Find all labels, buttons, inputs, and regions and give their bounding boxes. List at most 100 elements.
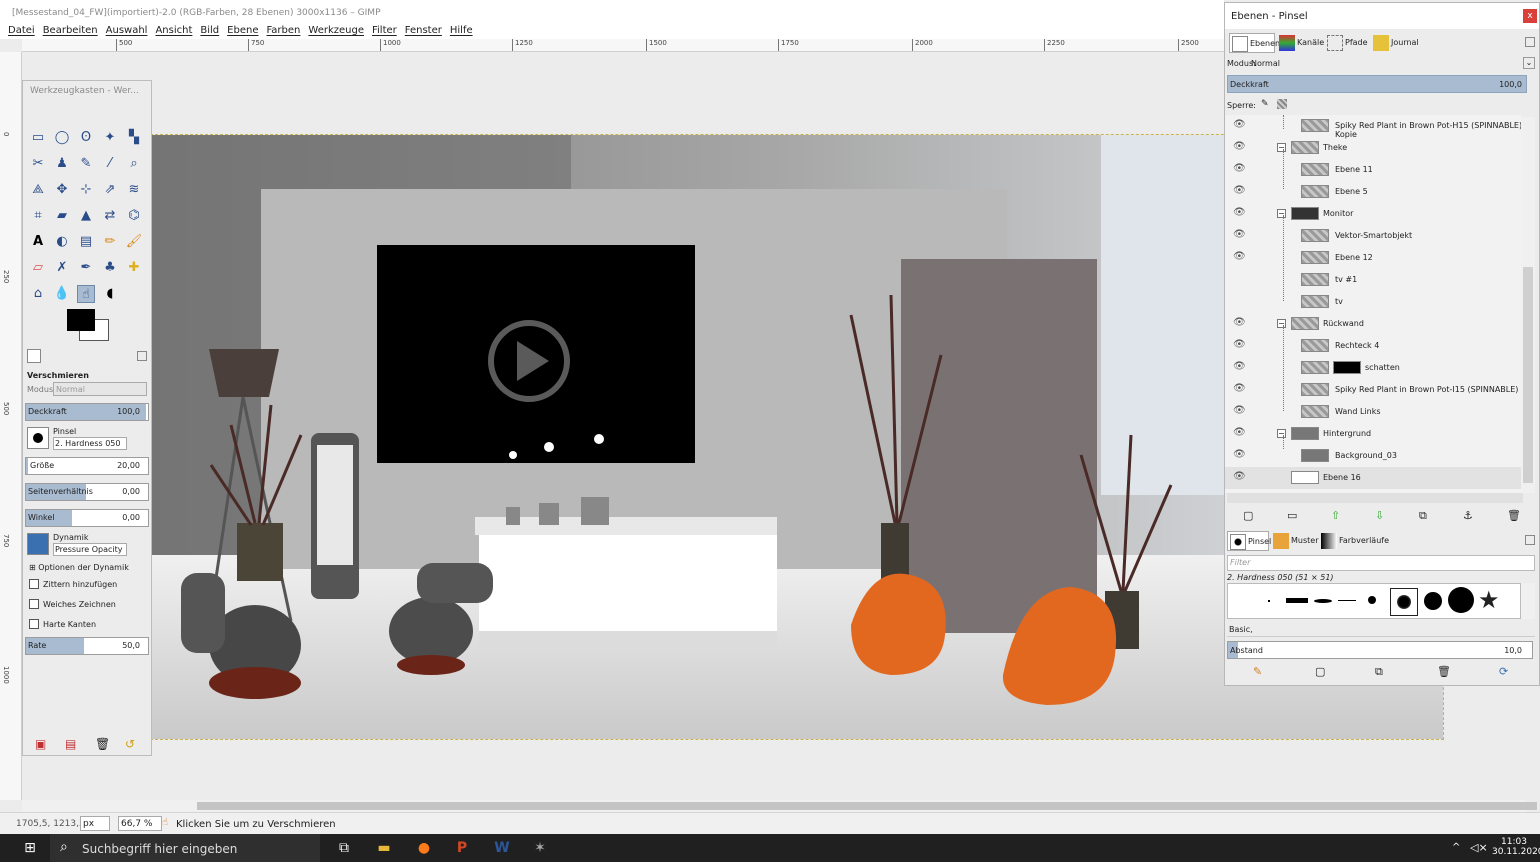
- ink-icon[interactable]: ✒: [77, 259, 95, 277]
- menu-filter[interactable]: Filter: [372, 25, 397, 36]
- firefox-icon[interactable]: ●: [414, 838, 434, 858]
- transform-icon[interactable]: ⇗: [101, 181, 119, 199]
- foreground-select-icon[interactable]: ♟: [53, 155, 71, 173]
- select-by-color-icon[interactable]: ▚: [125, 129, 143, 147]
- refresh-brushes-icon[interactable]: ⟳: [1499, 665, 1508, 678]
- layer-row[interactable]: 👁 Vektor-Smartobjekt: [1225, 225, 1521, 247]
- chevron-up-icon[interactable]: ^: [1452, 842, 1460, 853]
- layer-row[interactable]: 👁 schatten: [1225, 357, 1521, 379]
- eye-icon[interactable]: 👁: [1233, 317, 1246, 328]
- clone-icon[interactable]: ♣: [101, 259, 119, 277]
- layer-hscrollbar[interactable]: [1227, 493, 1523, 503]
- brush-grid[interactable]: ★: [1227, 583, 1521, 619]
- layer-row[interactable]: 👁 Ebene 16: [1225, 467, 1521, 489]
- crop-icon[interactable]: ⌗: [29, 207, 47, 225]
- smooth-checkbox[interactable]: [29, 599, 39, 609]
- dynamics-icon[interactable]: [27, 533, 49, 555]
- perspective-icon[interactable]: ▲: [77, 207, 95, 225]
- layer-row[interactable]: 👁 − Hintergrund: [1225, 423, 1521, 445]
- menu-ebene[interactable]: Ebene: [227, 25, 258, 36]
- layer-row[interactable]: tv: [1225, 291, 1521, 313]
- ellipse-select-icon[interactable]: ◯: [53, 129, 71, 147]
- eye-icon[interactable]: 👁: [1233, 471, 1246, 482]
- word-icon[interactable]: W: [492, 838, 512, 858]
- move-icon[interactable]: ✥: [53, 181, 71, 199]
- task-view-icon[interactable]: ⧉: [334, 838, 354, 858]
- star-brush-icon[interactable]: ★: [1478, 586, 1500, 614]
- search-box[interactable]: ⌕ Suchbegriff hier eingeben: [50, 834, 320, 862]
- configure-tab-icon[interactable]: [1525, 535, 1535, 545]
- align-icon[interactable]: ⊹: [77, 181, 95, 199]
- layer-list-scrollbar[interactable]: [1521, 117, 1535, 493]
- layer-opacity-slider[interactable]: Deckkraft 100,0: [1227, 75, 1527, 93]
- configure-tab-icon[interactable]: [137, 351, 147, 361]
- gimp-icon[interactable]: ✶: [530, 838, 550, 858]
- aspect-slider[interactable]: Seitenverhältnis 0,00: [25, 483, 149, 501]
- scrollbar-thumb[interactable]: [197, 802, 1537, 810]
- brush-preview[interactable]: [27, 427, 49, 449]
- layer-row[interactable]: 👁 Spiky Red Plant in Brown Pot-I15 (SPINN…: [1225, 379, 1521, 401]
- brush-item[interactable]: [1268, 600, 1270, 602]
- delete-brush-icon[interactable]: 🗑: [1437, 665, 1451, 678]
- size-slider[interactable]: Größe 20,00: [25, 457, 149, 475]
- menu-bild[interactable]: Bild: [200, 25, 219, 36]
- layer-row[interactable]: 👁 Wand Links: [1225, 401, 1521, 423]
- brush-item[interactable]: [1448, 587, 1474, 613]
- dynamics-field[interactable]: Pressure Opacity: [53, 543, 127, 556]
- cage-icon[interactable]: ⌬: [125, 207, 143, 225]
- brush-item[interactable]: [1286, 598, 1308, 603]
- brush-name-field[interactable]: 2. Hardness 050: [53, 437, 127, 450]
- reset-options-icon[interactable]: ↺: [125, 737, 135, 751]
- duplicate-layer-icon[interactable]: ⧉: [1419, 509, 1427, 523]
- eye-icon[interactable]: 👁: [1233, 207, 1246, 218]
- new-group-icon[interactable]: ▭: [1287, 509, 1297, 522]
- layer-row[interactable]: 👁 Ebene 11: [1225, 159, 1521, 181]
- tool-options-tab-icon[interactable]: [27, 349, 41, 363]
- menu-farben[interactable]: Farben: [266, 25, 300, 36]
- brush-item[interactable]: [1424, 592, 1442, 610]
- measure-icon[interactable]: ⟁: [29, 181, 47, 199]
- tab-layers[interactable]: Ebenen: [1229, 33, 1280, 53]
- eye-icon[interactable]: 👁: [1233, 251, 1246, 262]
- scissors-icon[interactable]: ✂: [29, 155, 47, 173]
- brush-item-selected[interactable]: [1390, 588, 1418, 616]
- raise-layer-icon[interactable]: ⇧: [1331, 509, 1340, 522]
- brush-item[interactable]: [1314, 599, 1332, 603]
- edit-brush-icon[interactable]: ✎: [1253, 665, 1262, 678]
- dynamics-options-expander[interactable]: ⊞ Optionen der Dynamik: [29, 563, 129, 572]
- eye-icon[interactable]: 👁: [1233, 339, 1246, 350]
- eye-icon[interactable]: 👁: [1233, 405, 1246, 416]
- tab-paths[interactable]: Pfade: [1325, 33, 1371, 53]
- tab-channels[interactable]: Kanäle: [1277, 33, 1324, 53]
- blur-icon[interactable]: 💧: [53, 285, 71, 303]
- layer-row[interactable]: 👁 − Monitor: [1225, 203, 1521, 225]
- horizontal-ruler[interactable]: 500 750 1000 1250 1500 1750 2000 2250 25…: [22, 39, 1224, 52]
- delete-layer-icon[interactable]: 🗑: [1507, 509, 1521, 522]
- menu-auswahl[interactable]: Auswahl: [106, 25, 148, 36]
- delete-options-icon[interactable]: 🗑: [95, 737, 110, 751]
- save-options-icon[interactable]: ▣: [35, 737, 46, 751]
- tab-gradients[interactable]: Farbverläufe: [1319, 531, 1389, 551]
- unit-select[interactable]: px: [80, 816, 110, 831]
- bucket-fill-icon[interactable]: ◐: [53, 233, 71, 251]
- restore-options-icon[interactable]: ▤: [65, 737, 76, 751]
- layer-row[interactable]: 👁 Rechteck 4: [1225, 335, 1521, 357]
- layer-row[interactable]: tv #1: [1225, 269, 1521, 291]
- collapse-icon[interactable]: −: [1277, 143, 1286, 152]
- eye-icon[interactable]: 👁: [1233, 383, 1246, 394]
- smudge-icon[interactable]: ☝: [77, 285, 95, 303]
- layer-row[interactable]: 👁 Background_03: [1225, 445, 1521, 467]
- eye-icon[interactable]: 👁: [1233, 229, 1246, 240]
- layer-row[interactable]: 👁 Ebene 5: [1225, 181, 1521, 203]
- layer-row[interactable]: 👁 Ebene 12: [1225, 247, 1521, 269]
- rect-select-icon[interactable]: ▭: [29, 129, 47, 147]
- flip-icon[interactable]: ⇄: [101, 207, 119, 225]
- rate-slider[interactable]: Rate 50,0: [25, 637, 149, 655]
- eraser-icon[interactable]: ▱: [29, 259, 47, 277]
- brush-set-select[interactable]: Basic,: [1227, 623, 1535, 637]
- brush-filter-input[interactable]: Filter: [1227, 555, 1535, 571]
- menu-hilfe[interactable]: Hilfe: [450, 25, 473, 36]
- anchor-icon[interactable]: ⚓: [1463, 509, 1473, 522]
- windows-start-icon[interactable]: ⊞: [20, 838, 40, 858]
- dodge-burn-icon[interactable]: ◖: [101, 285, 119, 303]
